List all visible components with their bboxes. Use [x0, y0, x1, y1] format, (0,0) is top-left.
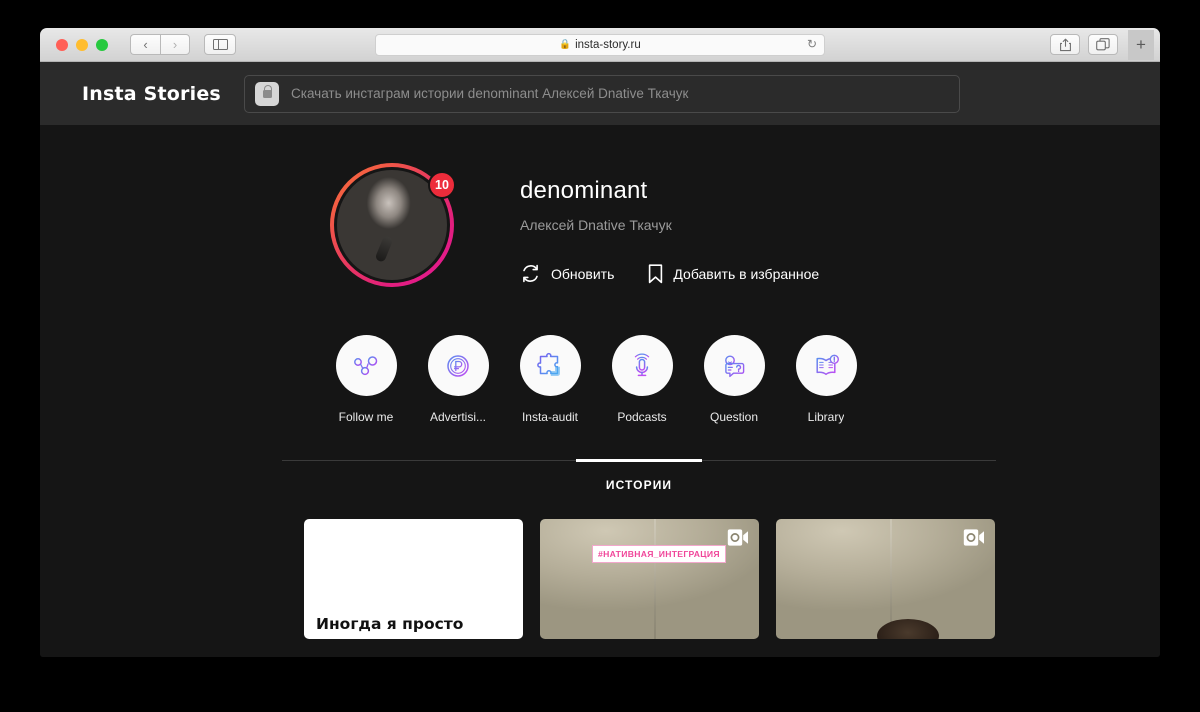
refresh-button[interactable]: Обновить	[520, 263, 614, 284]
toolbar-right-group: +	[1050, 29, 1154, 60]
share-button[interactable]	[1050, 34, 1080, 55]
highlight-question[interactable]: Question	[703, 335, 765, 424]
highlight-label: Follow me	[338, 410, 394, 424]
forward-button[interactable]: ›	[160, 34, 190, 55]
story-count-badge: 10	[428, 171, 456, 199]
story-card[interactable]	[776, 519, 995, 639]
page-title: denominant	[520, 177, 648, 204]
refresh-icon	[523, 264, 538, 283]
search-input-value: Скачать инстаграм истории denominant Але…	[291, 86, 689, 101]
sidebar-toggle-button[interactable]	[204, 34, 236, 55]
new-tab-button[interactable]: +	[1128, 29, 1154, 60]
tabs-bar: ИСТОРИИ	[282, 459, 996, 492]
lock-icon	[255, 81, 279, 106]
profile-actions: Обновить Добавить в избранное	[520, 263, 819, 284]
profile-info: denominant Алексей Dnative Ткачук Обнови…	[520, 163, 819, 287]
highlight-label: Insta-audit	[521, 410, 579, 424]
highlight-label: Advertisi...	[429, 410, 486, 424]
story-card[interactable]: #НАТИВНАЯ_ИНТЕГРАЦИЯ	[540, 519, 759, 639]
browser-window: ‹ › 🔒 insta-story.ru ↻ + Insta Stories С…	[40, 28, 1160, 657]
highlight-insta-audit[interactable]: Insta-audit	[519, 335, 581, 424]
puzzle-icon	[537, 352, 560, 376]
story-card[interactable]: Иногда я просто	[304, 519, 523, 639]
profile-section: 10 denominant Алексей Dnative Ткачук Обн…	[40, 125, 1160, 287]
add-to-favorites-label: Добавить в избранное	[673, 265, 820, 282]
story-title: Иногда я просто	[316, 615, 464, 633]
page-content: Insta Stories Скачать инстаграм истории …	[40, 62, 1160, 657]
ruble-coin-icon	[447, 354, 469, 377]
sidebar-icon	[212, 39, 228, 50]
main-content: 10 denominant Алексей Dnative Ткачук Обн…	[40, 125, 1160, 639]
video-icon	[963, 529, 984, 546]
highlights-row: Follow me Advertisi... Insta-audit Podca…	[40, 287, 1160, 424]
highlight-podcasts[interactable]: Podcasts	[611, 335, 673, 424]
reload-button[interactable]: ↻	[807, 38, 817, 50]
network-share-icon	[354, 355, 378, 375]
stories-grid: Иногда я просто #НАТИВНАЯ_ИНТЕГРАЦИЯ	[40, 492, 1160, 639]
highlight-follow-me[interactable]: Follow me	[335, 335, 397, 424]
maximize-window-button[interactable]	[96, 38, 108, 51]
back-button[interactable]: ‹	[130, 34, 160, 55]
refresh-button-label: Обновить	[551, 265, 615, 282]
tab-stories[interactable]: ИСТОРИИ	[575, 459, 703, 492]
highlight-label: Library	[807, 410, 845, 424]
microphone-icon	[634, 352, 650, 376]
highlight-label: Question	[709, 410, 759, 424]
book-alert-icon	[816, 354, 839, 375]
address-bar[interactable]: 🔒 insta-story.ru ↻	[375, 33, 825, 56]
avatar[interactable]: 10	[330, 163, 456, 287]
search-input[interactable]: Скачать инстаграм истории denominant Але…	[244, 74, 960, 113]
add-to-favorites-button[interactable]: Добавить в избранное	[648, 263, 819, 284]
story-hashtag: #НАТИВНАЯ_ИНТЕГРАЦИЯ	[592, 545, 726, 563]
share-icon	[1059, 38, 1071, 51]
highlight-label: Podcasts	[617, 410, 667, 424]
show-all-tabs-button[interactable]	[1088, 34, 1118, 55]
site-logo[interactable]: Insta Stories	[82, 83, 244, 105]
video-icon	[727, 529, 748, 546]
lock-icon: 🔒	[559, 38, 572, 50]
url-text: insta-story.ru	[575, 38, 641, 51]
bookmark-icon	[649, 263, 663, 283]
close-window-button[interactable]	[56, 38, 68, 51]
highlight-library[interactable]: Library	[795, 335, 857, 424]
site-header: Insta Stories Скачать инстаграм истории …	[40, 62, 1160, 125]
chat-question-icon	[725, 354, 745, 377]
window-traffic-lights[interactable]	[56, 38, 108, 51]
profile-fullname: Алексей Dnative Ткачук	[520, 217, 672, 233]
navigation-buttons[interactable]: ‹ ›	[130, 34, 190, 55]
tabs-overview-icon	[1096, 38, 1110, 51]
minimize-window-button[interactable]	[76, 38, 88, 51]
highlight-advertising[interactable]: Advertisi...	[427, 335, 489, 424]
browser-toolbar: ‹ › 🔒 insta-story.ru ↻ +	[40, 28, 1160, 62]
